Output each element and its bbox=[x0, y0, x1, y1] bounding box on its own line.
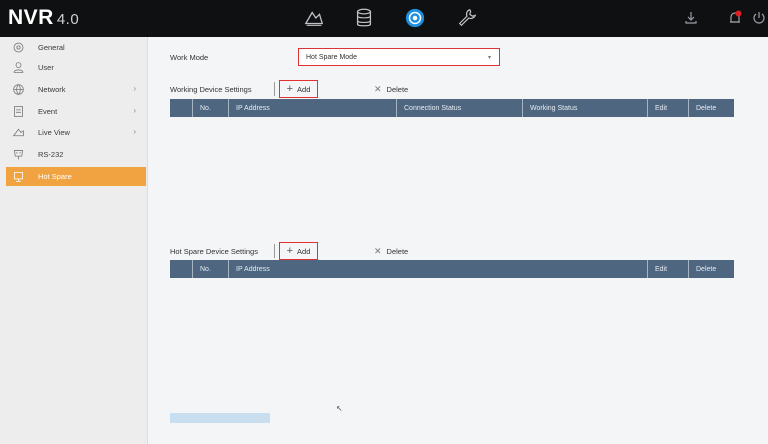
sidebar-item-event[interactable]: Event › bbox=[6, 102, 146, 121]
sidebar-item-label: RS-232 bbox=[38, 150, 64, 159]
column-header-no: No. bbox=[192, 99, 211, 117]
work-mode-label: Work Mode bbox=[170, 53, 209, 62]
plus-icon: + bbox=[286, 82, 294, 95]
toolbar-divider bbox=[274, 244, 275, 258]
sidebar-item-label: Live View bbox=[38, 128, 70, 137]
column-header-no: No. bbox=[192, 260, 211, 278]
close-icon: ✕ bbox=[374, 246, 382, 256]
rs232-icon bbox=[10, 147, 26, 163]
maintenance-icon[interactable] bbox=[455, 6, 479, 30]
sidebar-item-rs232[interactable]: RS-232 bbox=[6, 145, 146, 164]
alarm-icon[interactable] bbox=[727, 10, 743, 26]
work-mode-value: Hot Spare Mode bbox=[306, 53, 357, 61]
chevron-down-icon: ▾ bbox=[487, 55, 491, 61]
chevron-right-icon: › bbox=[133, 127, 136, 136]
logo-text: NVR bbox=[8, 6, 54, 29]
column-header-ip-address: IP Address bbox=[228, 99, 270, 117]
working-add-label: Add bbox=[297, 84, 311, 94]
apply-button[interactable] bbox=[170, 413, 270, 423]
working-add-button[interactable]: + Add bbox=[279, 80, 318, 98]
hot-spare-add-label: Add bbox=[297, 246, 311, 256]
hot-spare-table-body bbox=[170, 278, 734, 398]
working-table-header: No. IP Address Connection Status Working… bbox=[170, 99, 734, 117]
working-table-body bbox=[170, 117, 734, 237]
sidebar-item-label: Event bbox=[38, 107, 58, 116]
hot-spare-add-button[interactable]: + Add bbox=[279, 242, 318, 260]
mouse-cursor: ↖ bbox=[336, 404, 343, 413]
sidebar: General User Network › Event › Live View… bbox=[0, 37, 148, 444]
user-icon bbox=[10, 60, 26, 76]
column-header-connection-status: Connection Status bbox=[396, 99, 461, 117]
chevron-right-icon: › bbox=[133, 106, 136, 115]
close-icon: ✕ bbox=[374, 84, 382, 94]
sidebar-item-general[interactable]: General bbox=[6, 38, 146, 57]
globe-icon bbox=[10, 82, 26, 98]
hot-spare-delete-label: Delete bbox=[386, 247, 409, 256]
sidebar-item-user[interactable]: User bbox=[6, 58, 146, 77]
sidebar-item-hot-spare[interactable]: Hot Spare bbox=[6, 167, 146, 186]
column-header-ip-address: IP Address bbox=[228, 260, 270, 278]
sidebar-item-label: Hot Spare bbox=[38, 172, 72, 181]
hot-spare-delete-button[interactable]: ✕ Delete bbox=[374, 246, 408, 257]
hot-spare-device-settings-title: Hot Spare Device Settings bbox=[170, 247, 258, 256]
storage-icon[interactable] bbox=[352, 6, 376, 30]
camera-icon bbox=[10, 125, 26, 141]
hot-spare-table-header: No. IP Address Edit Delete bbox=[170, 260, 734, 278]
sidebar-item-label: User bbox=[38, 63, 54, 72]
sidebar-item-network[interactable]: Network › bbox=[6, 80, 146, 99]
working-delete-label: Delete bbox=[386, 85, 409, 94]
top-bar: NVR 4.0 bbox=[0, 0, 768, 37]
playback-icon[interactable] bbox=[302, 6, 326, 30]
event-icon bbox=[10, 104, 26, 120]
column-header-edit: Edit bbox=[647, 99, 667, 117]
hot-spare-icon bbox=[10, 169, 26, 185]
working-device-settings-title: Working Device Settings bbox=[170, 85, 252, 94]
column-header-edit: Edit bbox=[647, 260, 667, 278]
working-delete-button[interactable]: ✕ Delete bbox=[374, 84, 408, 95]
chevron-right-icon: › bbox=[133, 84, 136, 93]
column-header-working-status: Working Status bbox=[522, 99, 577, 117]
column-header-delete: Delete bbox=[688, 260, 716, 278]
plus-icon: + bbox=[286, 244, 294, 257]
gear-icon bbox=[10, 40, 26, 56]
toolbar-divider bbox=[274, 82, 275, 96]
sidebar-item-label: Network bbox=[38, 85, 66, 94]
column-header-delete: Delete bbox=[688, 99, 716, 117]
work-mode-select[interactable]: Hot Spare Mode ▾ bbox=[298, 48, 500, 66]
power-icon[interactable] bbox=[751, 10, 767, 26]
settings-icon[interactable] bbox=[403, 6, 427, 30]
main-content: Work Mode Hot Spare Mode ▾ Working Devic… bbox=[148, 37, 768, 444]
logo-version: 4.0 bbox=[56, 11, 80, 28]
sidebar-item-live-view[interactable]: Live View › bbox=[6, 123, 146, 142]
sidebar-item-label: General bbox=[38, 43, 65, 52]
download-icon[interactable] bbox=[683, 10, 699, 26]
app-logo: NVR 4.0 bbox=[8, 6, 79, 30]
